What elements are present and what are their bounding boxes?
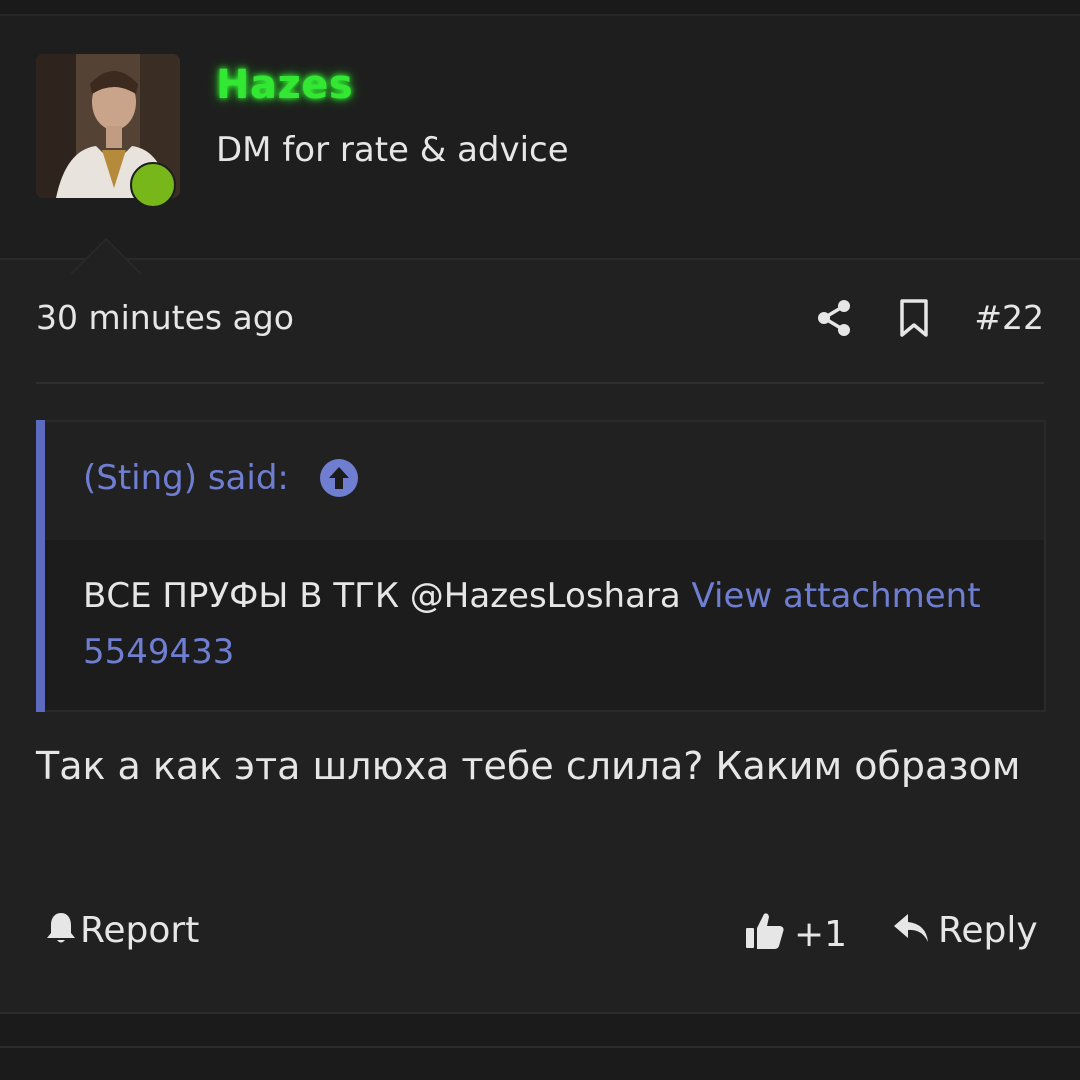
user-title: DM for rate & advice [216,130,569,170]
top-separator [0,0,1080,16]
bookmark-icon[interactable] [898,298,930,338]
share-icon[interactable] [816,298,852,338]
post-actions: Report +1 Reply [0,896,1080,976]
quote-accent-bar [36,420,45,712]
like-button[interactable]: +1 [744,910,847,955]
forum-post: Hazes DM for rate & advice 30 minutes ag… [0,16,1080,1012]
username[interactable]: Hazes [216,62,353,108]
quote-text: ВСЕ ПРУФЫ В ТГК @HazesLoshara [83,576,692,616]
post-timestamp[interactable]: 30 minutes ago [36,298,294,337]
like-count: +1 [794,914,848,955]
bottom-separator [0,1012,1080,1048]
reply-icon [894,914,928,942]
reply-label: Reply [938,910,1038,951]
avatar-container[interactable] [36,54,180,208]
online-status-indicator [130,162,176,208]
reply-button[interactable]: Reply [892,910,1038,951]
thumbs-up-icon [746,913,784,949]
report-button[interactable]: Report [44,910,199,951]
quote-body: ВСЕ ПРУФЫ В ТГК @HazesLoshara View attac… [83,568,983,680]
report-label: Report [80,910,200,951]
quote-author[interactable]: (Sting) said: [83,458,289,498]
quote-block: (Sting) said: ВСЕ ПРУФЫ В ТГК @HazesLosh… [36,420,1046,712]
quote-header: (Sting) said: [45,422,1044,540]
post-meta-row: 30 minutes ago #22 [36,286,1044,384]
bell-icon [47,913,75,943]
post-number[interactable]: #22 [974,298,1044,337]
arrow-up-circle-icon[interactable] [319,458,359,498]
post-message: Так а как эта шлюха тебе слила? Каким об… [36,744,1021,788]
page: Hazes DM for rate & advice 30 minutes ag… [0,0,1080,1080]
post-user-header: Hazes DM for rate & advice [0,16,1080,274]
header-pointer [72,240,140,274]
